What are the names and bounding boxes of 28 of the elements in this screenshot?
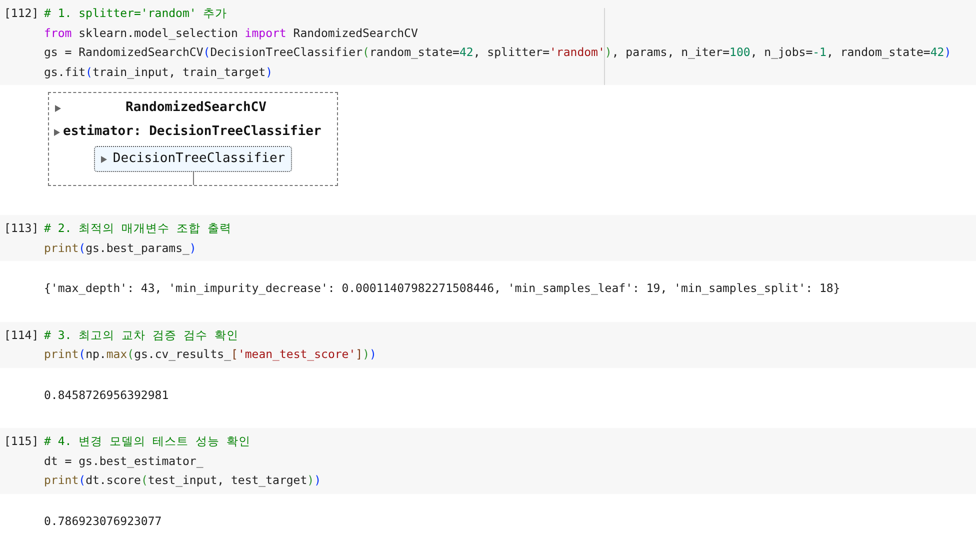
code-cell[interactable]: [115] # 4. 변경 모델의 테스트 성능 확인 dt = gs.best_estimator_ print(dt.score(test_input, test_target)): [0, 428, 976, 494]
code-line: from sklearn.model_selection import RandomizedSearchCV: [44, 24, 419, 42]
code-line: # 4. 변경 모델의 테스트 성능 확인: [44, 433, 252, 450]
code-line: gs.fit(train_input, train_target): [44, 64, 274, 81]
estimator-label[interactable]: estimator: DecisionTreeClassifier: [63, 122, 322, 142]
code-line: print(gs.best_params_): [44, 240, 198, 257]
code-line: print(dt.score(test_input, test_target)): [44, 472, 322, 489]
code-cell[interactable]: [113] # 2. 최적의 매개변수 조합 출력 print(gs.best_params_): [0, 215, 976, 261]
execution-count: [113]: [3, 220, 40, 237]
code-line: # 3. 최고의 교차 검증 검수 확인: [44, 326, 240, 344]
expand-triangle-icon[interactable]: [55, 104, 61, 112]
code-line: # 1. splitter='random' 추가: [44, 5, 228, 22]
execution-count: [112]: [3, 5, 40, 22]
execution-count: [114]: [3, 326, 40, 344]
code-line: gs = RandomizedSearchCV(DecisionTreeClassifier(random_state=42, splitter='random'), params, n_iter=100, n_jobs=-1, random_state=42): [44, 44, 952, 61]
execution-count: [115]: [3, 433, 40, 450]
code-line: # 2. 최적의 매개변수 조합 출력: [44, 220, 232, 237]
expand-triangle-icon[interactable]: [54, 128, 60, 136]
expand-triangle-icon[interactable]: [100, 156, 107, 162]
cell-output: 0.8458726956392981: [44, 386, 170, 404]
code-line: print(np.max(gs.cv_results_['mean_test_score'])): [44, 346, 376, 363]
estimator-box[interactable]: DecisionTreeClassifier: [94, 146, 292, 172]
code-cell[interactable]: [0, 0, 976, 85]
pipeline-title[interactable]: RandomizedSearchCV: [61, 98, 331, 118]
cell-output: 0.786923076923077: [44, 512, 163, 530]
cell-output: {'max_depth': 43, 'min_impurity_decrease': 0.00011407982271508446, 'min_samples_leaf': 19, 'min_samples_split': 18}: [44, 280, 842, 297]
code-cell[interactable]: [114] # 3. 최고의 교차 검증 검수 확인 print(np.max(gs.cv_results_['mean_test_score'])): [0, 322, 976, 368]
code-line: dt = gs.best_estimator_: [44, 452, 204, 470]
